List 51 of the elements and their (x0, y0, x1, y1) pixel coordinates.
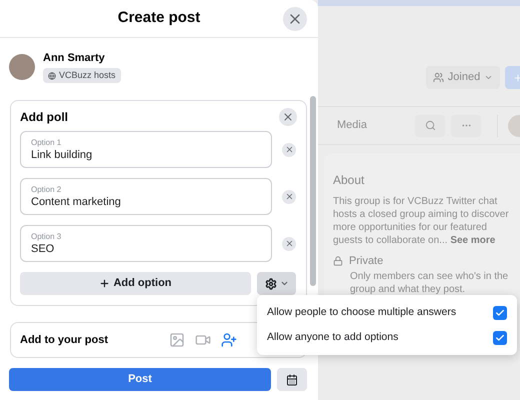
gear-icon (264, 278, 276, 290)
add-to-post-label: Add to your post (20, 332, 108, 348)
privacy-label: Private (349, 254, 384, 269)
poll-settings-button[interactable] (257, 272, 296, 295)
dialog-title: Create post (118, 8, 200, 28)
option-field[interactable]: Option 1 Link building (20, 131, 272, 168)
tag-people-icon[interactable] (221, 332, 237, 348)
lock-icon (333, 256, 343, 266)
remove-option-button[interactable] (282, 142, 296, 156)
poll-title: Add poll (20, 109, 68, 126)
calendar-icon (286, 374, 298, 386)
plus-icon (99, 278, 110, 289)
about-title: About (333, 172, 366, 189)
close-button[interactable] (283, 7, 307, 31)
option-label: Option 1 (31, 138, 62, 148)
remove-option-button[interactable] (282, 236, 296, 250)
check-icon (495, 308, 505, 318)
close-icon (282, 111, 294, 123)
close-icon (284, 192, 294, 201)
remove-option-button[interactable] (282, 190, 296, 204)
option-field[interactable]: Option 3 SEO (20, 225, 272, 262)
check-icon (495, 332, 505, 342)
option-value: Content marketing (31, 194, 122, 208)
post-button[interactable]: Post (9, 368, 271, 391)
option-label: Option 3 (31, 232, 62, 242)
group-icon (432, 72, 444, 83)
close-icon (284, 145, 294, 154)
avatar (9, 54, 35, 80)
add-option-button[interactable]: Add option (20, 272, 251, 295)
option-label: Option 2 (31, 184, 62, 194)
globe-icon (48, 72, 56, 80)
plus-icon (512, 72, 520, 82)
caret-icon (280, 279, 288, 288)
option-value: SEO (31, 242, 56, 256)
menu-option-label: Allow people to choose multiple answers (267, 304, 456, 320)
author-name: Ann Smarty (43, 50, 106, 66)
close-icon (284, 239, 294, 248)
menu-option-label: Allow anyone to add options (267, 330, 398, 345)
schedule-button[interactable] (277, 368, 307, 391)
checkbox[interactable] (493, 306, 507, 320)
search-icon (424, 120, 436, 131)
about-description: This group is for VCBuzz Twitter chat hosts a closed group aiming to discover more opportunities for our featured guests to collaborate on... See more (333, 195, 510, 247)
see-more-link[interactable]: See more (450, 235, 496, 246)
option-value: Link building (31, 148, 94, 162)
checkbox[interactable] (493, 330, 507, 344)
close-poll-button[interactable] (279, 108, 297, 126)
privacy-description: Only members can see who's in the group and what they post. (350, 270, 510, 296)
option-field[interactable]: Option 2 Content marketing (20, 178, 272, 215)
caret-icon (484, 73, 494, 82)
audience-button[interactable]: VCBuzz hosts (43, 68, 121, 84)
search-button[interactable] (415, 114, 445, 136)
